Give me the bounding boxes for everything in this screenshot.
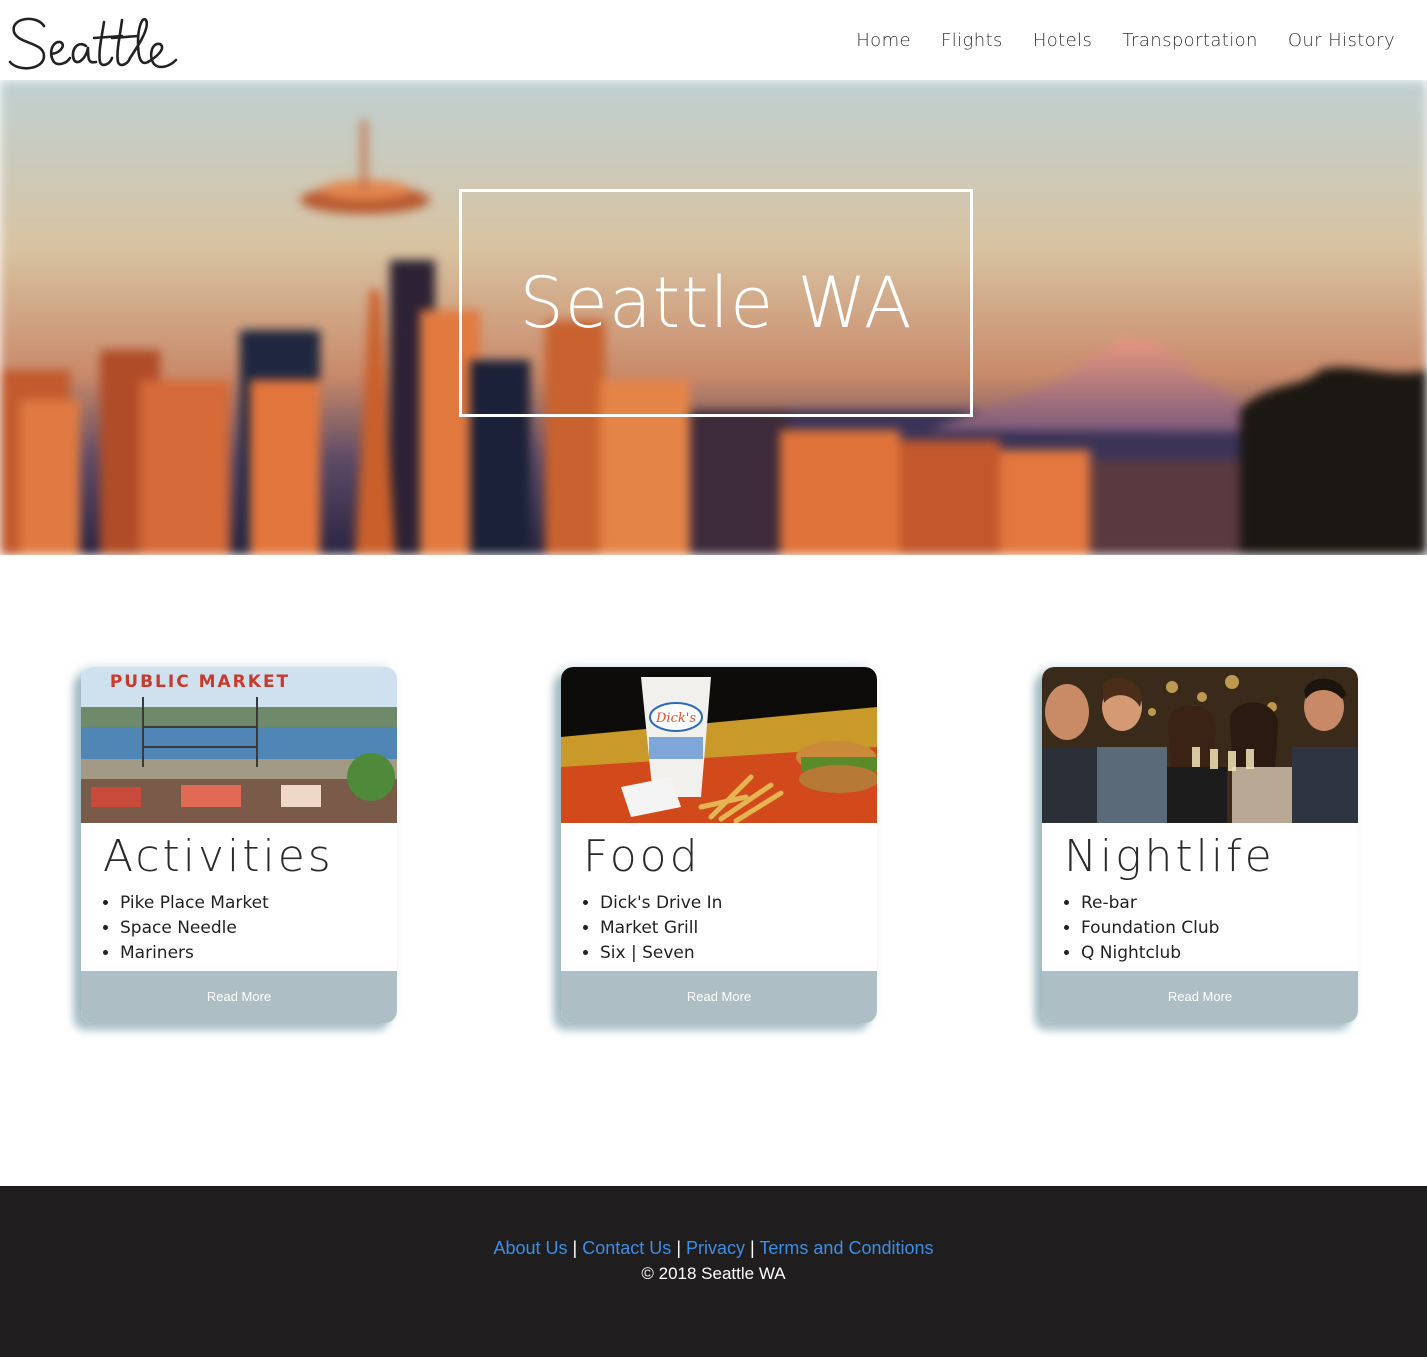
footer-link-privacy[interactable]: Privacy [686,1238,745,1258]
card-title: Food [583,831,701,882]
card-nightlife-image [1042,667,1358,823]
nav-our-history[interactable]: Our History [1288,30,1395,51]
card-food-image: Dick's [561,667,877,823]
list-item: Six | Seven [600,941,722,966]
read-more-button[interactable]: Read More [81,971,397,1023]
nav-hotels[interactable]: Hotels [1033,30,1092,51]
dicks-cup-text: Dick's [655,711,696,726]
list-item: Mariners [120,941,269,966]
friends-toasting-photo [1042,667,1358,823]
list-item: Pike Place Market [120,891,269,916]
list-item: Q Nightclub [1081,941,1219,966]
hero-banner: Seattle WA [0,80,1427,555]
seattle-logo-script [8,17,178,70]
card-list: Re-bar Foundation Club Q Nightclub [1081,891,1219,966]
footer-links: About Us | Contact Us | Privacy | Terms … [0,1238,1427,1259]
card-title: Nightlife [1064,831,1275,882]
card-title: Activities [103,831,334,882]
public-market-sign-text: PUBLIC MARKET [110,672,290,692]
card-activities-image: PUBLIC MARKET [81,667,397,823]
card-food: Dick's Food Dick's Drive In Market Grill… [561,667,877,1023]
read-more-button[interactable]: Read More [1042,971,1358,1023]
footer-separator: | [676,1238,681,1258]
seattle-logo[interactable] [4,6,184,76]
list-item: Dick's Drive In [600,891,722,916]
nav-home[interactable]: Home [856,30,911,51]
card-nightlife: Nightlife Re-bar Foundation Club Q Night… [1042,667,1358,1023]
card-list: Pike Place Market Space Needle Mariners [120,891,269,966]
card-activities: PUBLIC MARKET Activities Pike Place Mark… [81,667,397,1023]
footer-separator: | [572,1238,578,1258]
nav-transportation[interactable]: Transportation [1122,30,1258,51]
footer-link-about-us[interactable]: About Us [493,1238,567,1258]
list-item: Foundation Club [1081,916,1219,941]
site-header: Home Flights Hotels Transportation Our H… [0,0,1427,80]
public-market-photo: PUBLIC MARKET [81,667,397,823]
site-footer: About Us | Contact Us | Privacy | Terms … [0,1186,1427,1357]
footer-copyright: © 2018 Seattle WA [641,1264,786,1283]
list-item: Space Needle [120,916,269,941]
dicks-drive-in-photo: Dick's [561,667,877,823]
list-item: Re-bar [1081,891,1219,916]
footer-link-terms[interactable]: Terms and Conditions [759,1238,933,1258]
footer-separator: | [750,1238,755,1258]
hero-title: Seattle WA [519,262,913,344]
card-list: Dick's Drive In Market Grill Six | Seven [600,891,722,966]
footer-link-contact-us[interactable]: Contact Us [582,1238,671,1258]
list-item: Market Grill [600,916,722,941]
read-more-button[interactable]: Read More [561,971,877,1023]
nav-flights[interactable]: Flights [941,30,1003,51]
main-nav: Home Flights Hotels Transportation Our H… [856,30,1395,51]
hero-title-box: Seattle WA [459,189,973,417]
